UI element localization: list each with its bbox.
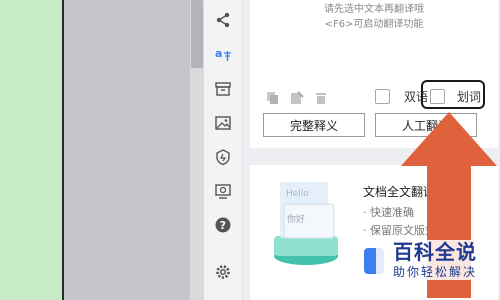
document-area: [64, 0, 190, 300]
nihao-text: 你好: [287, 213, 305, 225]
edit-icon[interactable]: [290, 90, 304, 104]
delete-icon[interactable]: [314, 90, 328, 104]
bilingual-checkbox[interactable]: [375, 89, 390, 104]
copy-icon[interactable]: [266, 90, 280, 104]
highlight-box: [421, 80, 485, 109]
svg-text:a: a: [215, 47, 222, 60]
image-icon[interactable]: [212, 112, 234, 134]
svg-text:?: ?: [220, 219, 226, 232]
watermark: 百科全说 助你轻松解决: [376, 240, 494, 280]
hint-text-line1: 请先选中文本再翻译哦: [324, 4, 424, 15]
background-green-area: [0, 0, 62, 300]
archive-icon[interactable]: [212, 78, 234, 100]
gear-icon[interactable]: [212, 261, 234, 283]
doc-illustration: Hello 你好: [274, 182, 338, 265]
translate-icon[interactable]: a: [212, 43, 234, 65]
side-toolbar: a ?: [204, 0, 243, 300]
scrollbar-thumb[interactable]: [191, 0, 203, 68]
watermark-title: 百科全说: [393, 240, 477, 264]
watermark-subtitle: 助你轻松解决: [392, 265, 477, 279]
full-definition-button[interactable]: 完整释义: [263, 113, 365, 137]
screen-translate-icon[interactable]: [212, 180, 234, 202]
result-actions: [266, 90, 328, 104]
shield-icon[interactable]: [212, 146, 234, 168]
share-icon[interactable]: [212, 9, 234, 31]
hello-text: Hello: [286, 189, 309, 199]
help-icon[interactable]: ?: [212, 214, 234, 236]
hint-text-line2: <F6>可启动翻译功能: [324, 19, 424, 30]
